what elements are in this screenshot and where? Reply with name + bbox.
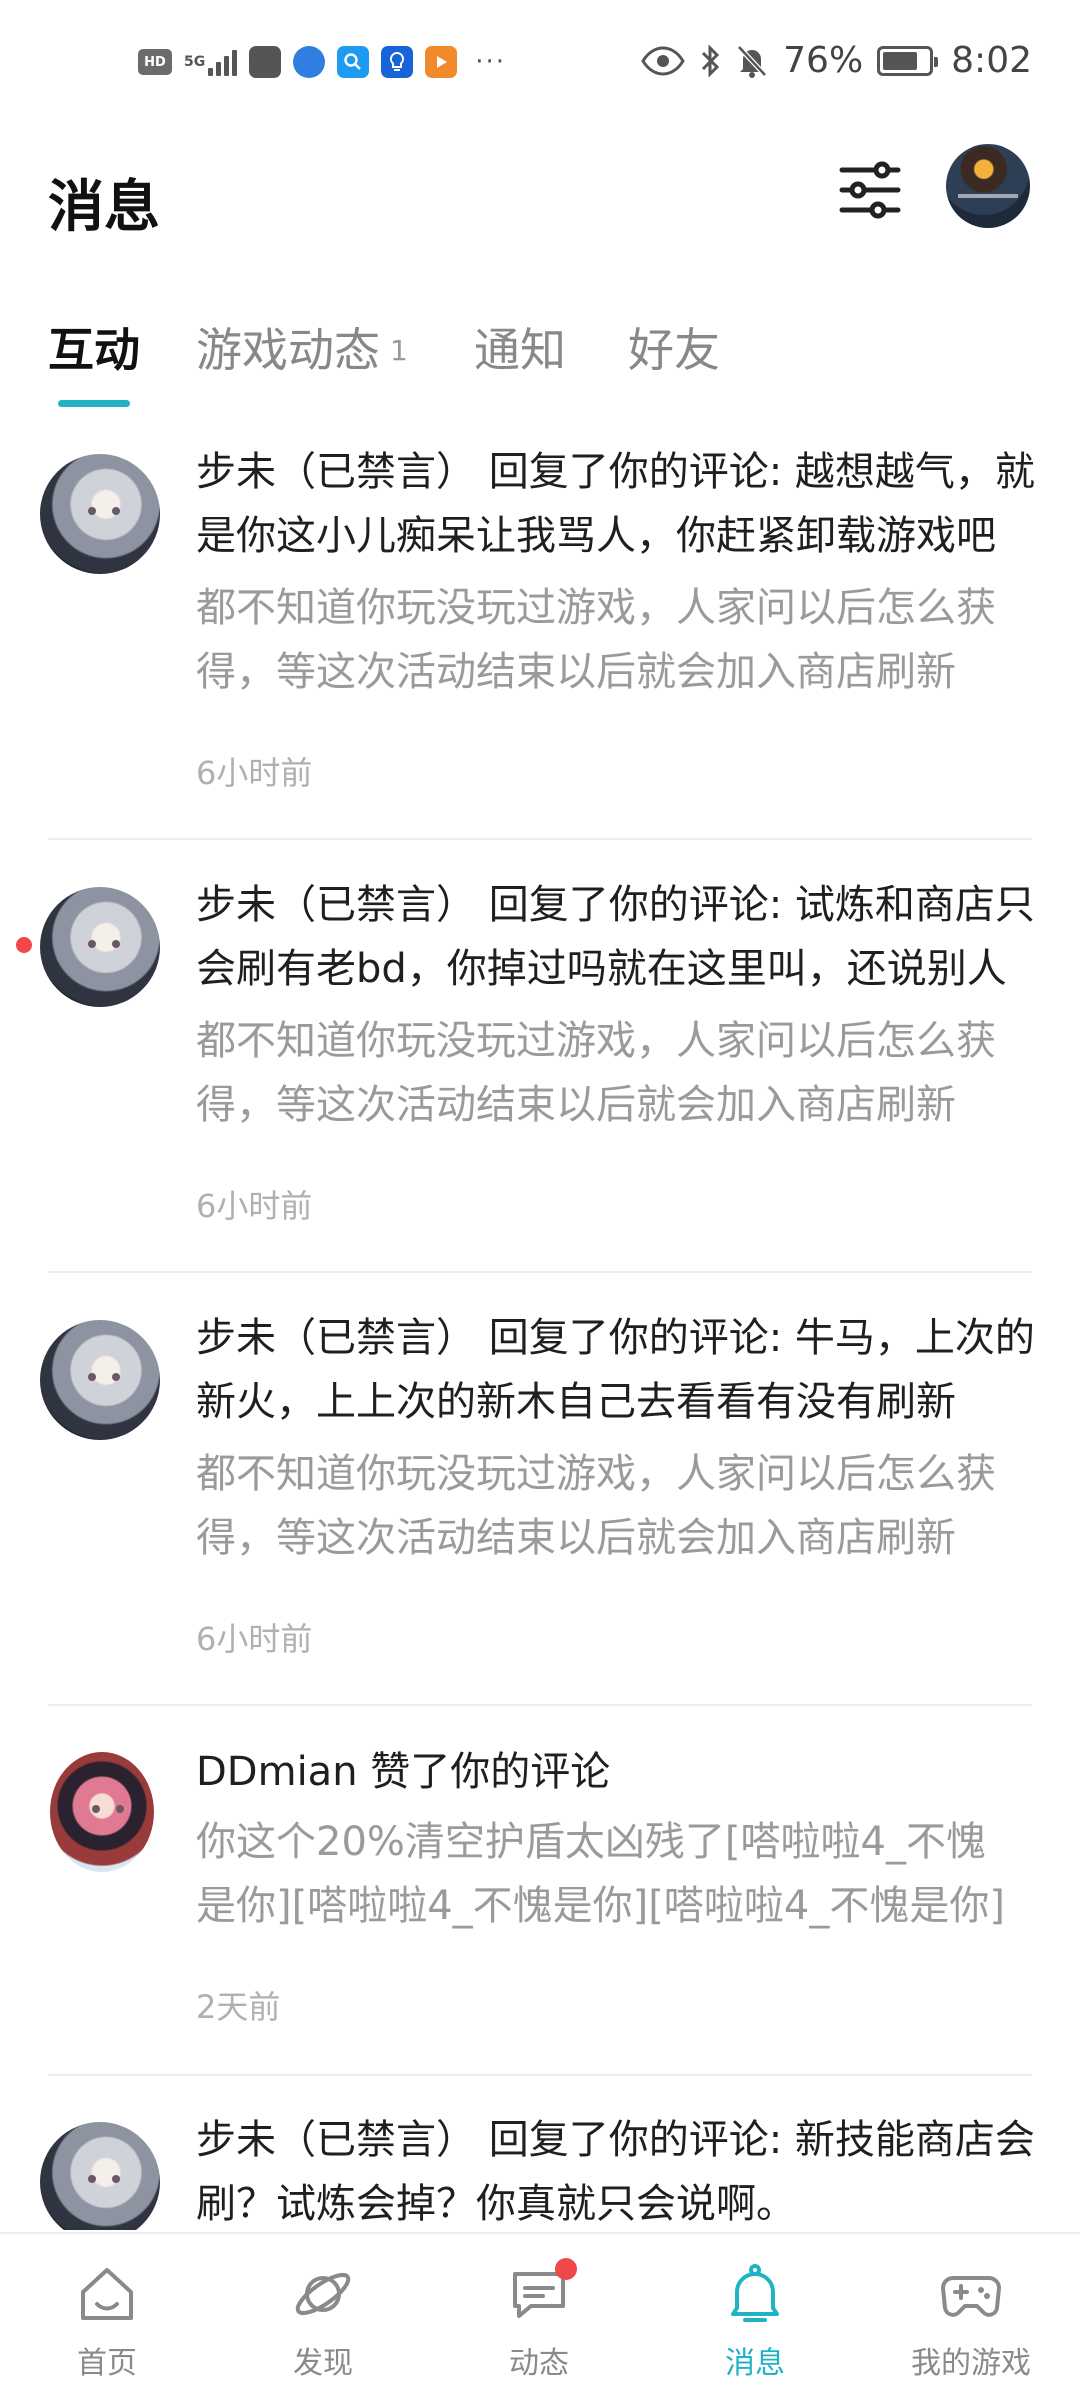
filter-settings-button[interactable] bbox=[834, 154, 906, 226]
mute-bell-icon bbox=[737, 44, 767, 78]
tab-game-updates[interactable]: 游戏动态 1 bbox=[196, 314, 408, 380]
sender-avatar[interactable] bbox=[40, 1320, 160, 1440]
planet-icon bbox=[295, 2272, 351, 2316]
sender-avatar[interactable] bbox=[40, 454, 160, 574]
message-time: 6小时前 bbox=[196, 754, 313, 792]
sliders-icon bbox=[839, 161, 901, 219]
message-title: 步未（已禁言） 回复了你的评论: 牛马，上次的新火，上上次的新木自己去看看有没有… bbox=[196, 1315, 1035, 1425]
eye-icon bbox=[641, 45, 685, 76]
divider bbox=[48, 2074, 1032, 2076]
chat-icon-wrapper bbox=[507, 2258, 577, 2326]
sender-avatar[interactable] bbox=[50, 1752, 154, 1872]
message-quote: 都不知道你玩没玩过游戏，人家问以后怎么获得，等这次活动结束以后就会加入商店刷新 bbox=[196, 1018, 996, 1128]
message-title: DDmian 赞了你的评论 bbox=[196, 1749, 611, 1795]
divider bbox=[48, 1271, 1032, 1273]
clock: 8:02 bbox=[951, 40, 1032, 81]
bottom-nav: 首页 发现 动态 消息 我的游戏 bbox=[0, 2232, 1080, 2400]
browser-icon bbox=[293, 46, 326, 78]
sender-avatar[interactable] bbox=[40, 2122, 160, 2230]
gamepad-icon bbox=[941, 2276, 1001, 2317]
bell-icon bbox=[731, 2264, 779, 2322]
message-item[interactable]: 步未（已禁言） 回复了你的评论: 牛马，上次的新火，上上次的新木自己去看看有没有… bbox=[0, 1306, 1080, 1706]
active-tab-indicator bbox=[58, 400, 130, 407]
video-app-icon bbox=[425, 46, 458, 78]
user-avatar[interactable] bbox=[946, 144, 1030, 228]
message-item[interactable]: DDmian 赞了你的评论 你这个20%清空护盾太凶残了[嗒啦啦4_不愧是你][… bbox=[0, 1740, 1080, 2070]
message-tabs: 互动 游戏动态 1 通知 好友 bbox=[48, 300, 1048, 410]
bluetooth-icon bbox=[702, 43, 720, 78]
nav-discover[interactable]: 发现 bbox=[248, 2262, 398, 2392]
message-time: 6小时前 bbox=[196, 1620, 313, 1658]
message-title: 步未（已禁言） 回复了你的评论: 越想越气，就是你这小儿痴呆让我骂人，你赶紧卸载… bbox=[196, 449, 1035, 559]
tab-badge-count: 1 bbox=[390, 334, 408, 367]
status-icons-left: HD 5G ··· bbox=[138, 46, 506, 78]
message-list[interactable]: 步未（已禁言） 回复了你的评论: 越想越气，就是你这小儿痴呆让我骂人，你赶紧卸载… bbox=[0, 440, 1080, 2230]
divider bbox=[48, 1704, 1032, 1706]
notification-dot bbox=[555, 2258, 577, 2280]
nav-home[interactable]: 首页 bbox=[32, 2262, 182, 2392]
page-title: 消息 bbox=[48, 175, 160, 240]
battery-icon bbox=[877, 45, 939, 76]
message-quote: 你这个20%清空护盾太凶残了[嗒啦啦4_不愧是你][嗒啦啦4_不愧是你][嗒啦啦… bbox=[196, 1819, 1005, 1929]
nav-my-games[interactable]: 我的游戏 bbox=[896, 2262, 1046, 2392]
tab-notifications[interactable]: 通知 bbox=[474, 314, 566, 380]
message-item[interactable]: 步未（已禁言） 回复了你的评论: 新技能商店会刷？试炼会掉？你真就只会说啊。 bbox=[0, 2108, 1080, 2230]
message-item[interactable]: 步未（已禁言） 回复了你的评论: 试炼和商店只会刷有老bd，你掉过吗就在这里叫，… bbox=[0, 873, 1080, 1273]
5g-icon: 5G bbox=[184, 48, 238, 76]
signal-icon bbox=[208, 48, 238, 76]
status-icons-right: 76% 8:02 bbox=[641, 40, 1032, 81]
nav-messages[interactable]: 消息 bbox=[680, 2262, 830, 2392]
tab-interactions[interactable]: 互动 bbox=[48, 314, 140, 380]
bulb-app-icon bbox=[381, 46, 414, 78]
tab-friends[interactable]: 好友 bbox=[628, 314, 720, 380]
message-quote: 都不知道你玩没玩过游戏，人家问以后怎么获得，等这次活动结束以后就会加入商店刷新 bbox=[196, 585, 996, 695]
message-time: 6小时前 bbox=[196, 1187, 313, 1225]
divider bbox=[48, 838, 1032, 840]
home-icon bbox=[81, 2268, 133, 2320]
message-title: 步未（已禁言） 回复了你的评论: 新技能商店会刷？试炼会掉？你真就只会说啊。 bbox=[196, 2117, 1035, 2227]
sender-avatar[interactable] bbox=[40, 887, 160, 1007]
header: 消息 bbox=[0, 132, 1080, 258]
huawei-app-icon bbox=[249, 46, 282, 78]
unread-dot bbox=[16, 937, 32, 953]
more-notifications-indicator: ··· bbox=[475, 47, 507, 77]
message-item[interactable]: 步未（已禁言） 回复了你的评论: 越想越气，就是你这小儿痴呆让我骂人，你赶紧卸载… bbox=[0, 440, 1080, 840]
message-quote: 都不知道你玩没玩过游戏，人家问以后怎么获得，等这次活动结束以后就会加入商店刷新 bbox=[196, 1451, 996, 1561]
status-bar: HD 5G ··· 76% 8:02 bbox=[0, 0, 1080, 132]
search-app-icon bbox=[337, 46, 370, 78]
hd-icon: HD bbox=[138, 49, 172, 75]
message-title: 步未（已禁言） 回复了你的评论: 试炼和商店只会刷有老bd，你掉过吗就在这里叫，… bbox=[196, 882, 1035, 992]
battery-percent: 76% bbox=[783, 40, 864, 81]
nav-feed[interactable]: 动态 bbox=[464, 2258, 614, 2392]
message-time: 2天前 bbox=[196, 1988, 281, 2026]
